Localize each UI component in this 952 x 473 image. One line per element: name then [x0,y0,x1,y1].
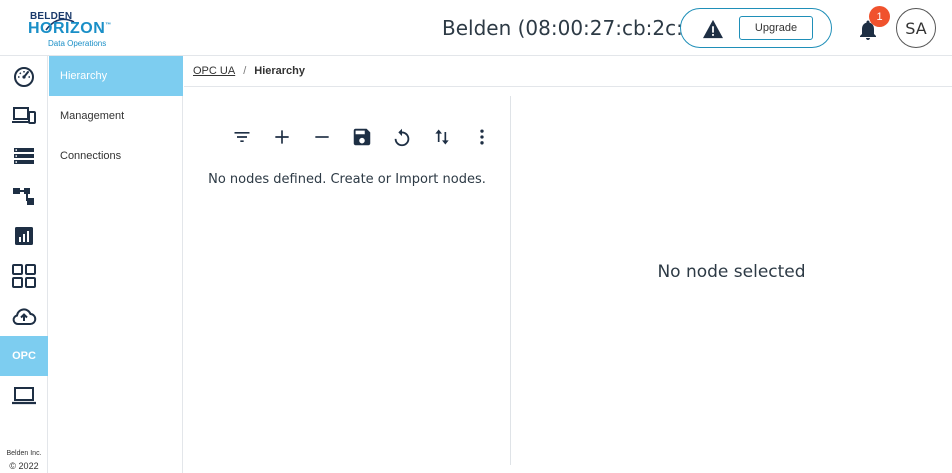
opc-subnav: Hierarchy Management Connections [49,56,183,473]
rail-item-cloud-upload[interactable] [0,296,48,336]
footer-copyright: © 2022 [9,461,39,471]
icon-rail: OPC Belden Inc. © 2022 [0,56,48,473]
cloud-upload-icon [12,308,37,326]
rail-item-storage[interactable] [0,136,48,176]
rail-item-laptop[interactable] [0,376,48,416]
upgrade-banner: Upgrade [680,8,832,48]
devices-icon [12,107,36,124]
add-node-button[interactable] [269,124,295,150]
breadcrumb: OPC UA / Hierarchy [184,56,952,87]
hierarchy-panel: No nodes defined. Create or Import nodes… [184,88,510,473]
rail-item-hierarchy[interactable] [0,176,48,216]
hierarchy-toolbar [224,124,490,150]
filter-button[interactable] [229,124,255,150]
refresh-icon [394,128,410,147]
apps-grid-icon [12,264,36,288]
rail-item-analytics[interactable] [0,216,48,256]
rail-item-opc[interactable]: OPC [0,336,48,376]
dashboard-gauge-icon [14,67,34,87]
rail-item-dashboard[interactable] [0,56,48,96]
save-icon [353,128,371,146]
more-options-button[interactable] [469,124,495,150]
subnav-item-management[interactable]: Management [49,96,183,136]
sort-icon [435,129,449,145]
logo-horizon-text: HORIZON™ [28,20,112,37]
top-header: BELDEN HORIZON™ Data Operations Belden (… [0,0,952,56]
breadcrumb-root-link[interactable]: OPC UA [193,65,235,77]
rail-item-apps[interactable] [0,256,48,296]
no-node-selected-message: No node selected [657,262,806,282]
analytics-chart-icon [15,227,33,245]
logo-tagline: Data Operations [48,39,107,48]
upgrade-button[interactable]: Upgrade [739,16,813,40]
no-nodes-message: No nodes defined. Create or Import nodes… [208,172,486,187]
opc-label: OPC [12,350,36,362]
footer-company: Belden Inc. [6,450,42,457]
save-button[interactable] [349,124,375,150]
subnav-item-hierarchy[interactable]: Hierarchy [49,56,183,96]
device-title: Belden (08:00:27:cb:2c:e2) [442,16,716,40]
filter-icon [234,132,250,142]
user-avatar[interactable]: SA [896,8,936,48]
hierarchy-tree-icon [13,188,34,205]
add-icon [275,130,289,144]
more-vert-icon [480,129,484,145]
laptop-icon [12,387,36,405]
refresh-button[interactable] [389,124,415,150]
sort-button[interactable] [429,124,455,150]
rail-footer: Belden Inc. © 2022 [0,448,48,472]
breadcrumb-current: Hierarchy [254,65,306,77]
storage-list-icon [14,148,34,164]
breadcrumb-separator: / [243,65,247,77]
subnav-item-connections[interactable]: Connections [49,136,183,176]
remove-node-button[interactable] [309,124,335,150]
rail-item-devices[interactable] [0,96,48,136]
belden-horizon-logo[interactable]: BELDEN HORIZON™ Data Operations [28,8,128,50]
notification-count-badge: 1 [869,6,890,27]
warning-icon [703,19,723,39]
app-root: BELDEN HORIZON™ Data Operations Belden (… [0,0,952,473]
remove-icon [315,136,329,138]
